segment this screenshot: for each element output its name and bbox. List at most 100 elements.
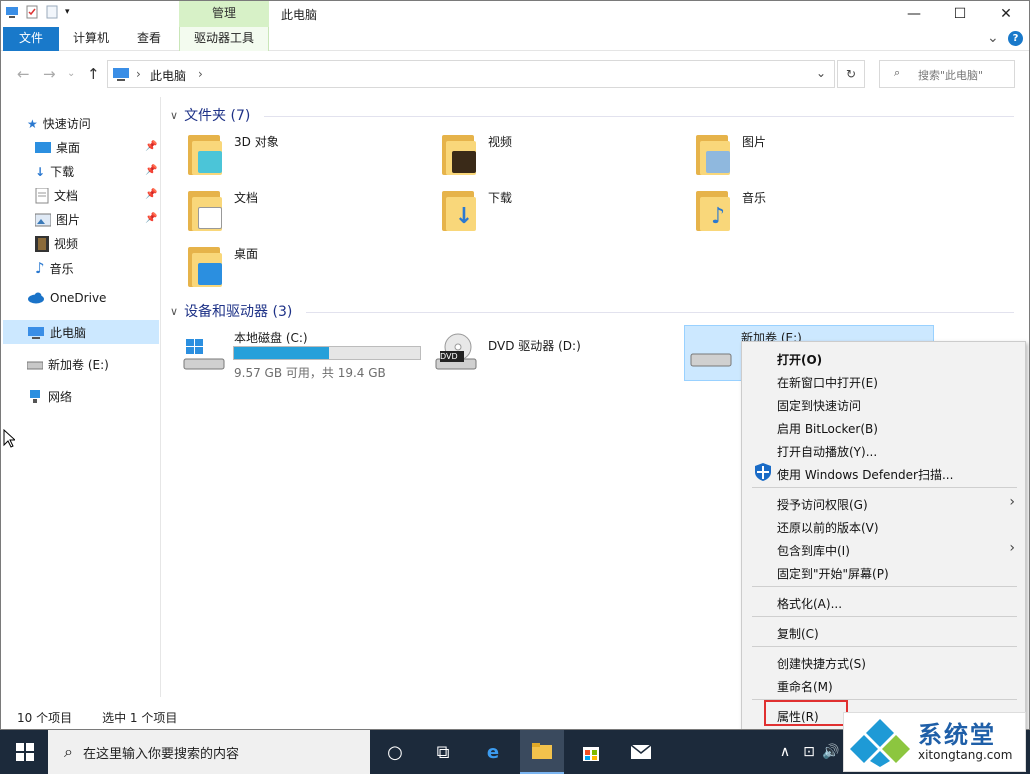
new-folder-icon[interactable] bbox=[45, 5, 59, 19]
properties-highlight-box bbox=[764, 700, 848, 726]
drive-usage-fill bbox=[234, 347, 329, 359]
menu-item-pin-quick-access[interactable]: 固定到快速访问 bbox=[777, 397, 861, 414]
menu-item-restore-versions[interactable]: 还原以前的版本(V) bbox=[777, 519, 879, 536]
nav-this-pc[interactable]: 此电脑 bbox=[27, 324, 86, 341]
nav-item-downloads[interactable]: ↓ 下载 bbox=[35, 163, 74, 180]
folder-3d-icon bbox=[186, 133, 226, 177]
up-arrow-icon[interactable]: ↑ bbox=[87, 65, 100, 83]
item-count: 10 个项目 bbox=[17, 711, 73, 725]
nav-label: 新加卷 (E:) bbox=[48, 358, 109, 372]
computer-icon[interactable] bbox=[5, 5, 19, 19]
nav-item-pictures[interactable]: 图片 bbox=[35, 211, 80, 228]
menu-item-copy[interactable]: 复制(C) bbox=[777, 625, 819, 642]
close-button[interactable]: ✕ bbox=[983, 1, 1029, 27]
back-arrow-icon[interactable]: ← bbox=[17, 65, 30, 83]
tab-drive-tools[interactable]: 驱动器工具 bbox=[179, 27, 269, 51]
drive-icon bbox=[27, 361, 43, 369]
nav-item-videos[interactable]: 视频 bbox=[35, 235, 78, 252]
windows-drive-icon bbox=[183, 339, 225, 370]
drive-d[interactable]: DVD DVD 驱动器 (D:) bbox=[434, 329, 674, 379]
menu-item-open[interactable]: 打开(O) bbox=[777, 351, 822, 368]
nav-quick-access[interactable]: ★ 快速访问 bbox=[27, 115, 91, 132]
folder-videos-icon bbox=[440, 133, 480, 177]
folder-documents-icon bbox=[186, 189, 226, 233]
section-title: 设备和驱动器 (3) bbox=[184, 304, 293, 320]
file-explorer-taskbar-icon[interactable] bbox=[520, 730, 564, 774]
menu-item-give-access[interactable]: 授予访问权限(G) bbox=[777, 496, 868, 513]
tab-view[interactable]: 查看 bbox=[125, 27, 173, 51]
selected-count: 选中 1 个项目 bbox=[102, 711, 178, 725]
window-title: 此电脑 bbox=[281, 8, 318, 22]
forward-arrow-icon[interactable]: → bbox=[43, 65, 56, 83]
nav-onedrive[interactable]: OneDrive bbox=[27, 291, 106, 305]
breadcrumb-separator: › bbox=[198, 67, 203, 81]
folder-downloads[interactable]: ↓ 下载 bbox=[440, 189, 512, 233]
nav-item-documents[interactable]: 文档 bbox=[35, 187, 78, 204]
breadcrumb-this-pc[interactable]: 此电脑 bbox=[150, 67, 186, 84]
folder-label: 3D 对象 bbox=[234, 135, 279, 149]
tab-file[interactable]: 文件 bbox=[3, 27, 59, 51]
pin-icon: 📌 bbox=[145, 165, 158, 176]
edge-icon[interactable]: e bbox=[478, 738, 508, 766]
volume-icon[interactable]: 🔊 bbox=[816, 738, 846, 766]
folder-music[interactable]: ♪ 音乐 bbox=[694, 189, 766, 233]
folder-documents[interactable]: 文档 bbox=[186, 189, 258, 233]
menu-item-include-library[interactable]: 包含到库中(I) bbox=[777, 542, 850, 559]
nav-network[interactable]: 网络 bbox=[27, 388, 72, 405]
address-dropdown-icon[interactable]: ⌄ bbox=[816, 66, 826, 80]
drive-c[interactable]: 本地磁盘 (C:) 9.57 GB 可用，共 19.4 GB bbox=[180, 329, 430, 380]
folder-desktop[interactable]: 桌面 bbox=[186, 245, 258, 289]
drive-label: 本地磁盘 (C:) bbox=[234, 331, 308, 345]
nav-label: OneDrive bbox=[50, 291, 107, 305]
ribbon-expand-icon[interactable]: ⌄ bbox=[987, 30, 999, 46]
minimize-button[interactable]: — bbox=[891, 1, 937, 27]
chevron-down-icon: ∨ bbox=[170, 108, 179, 122]
tab-computer[interactable]: 计算机 bbox=[65, 27, 117, 51]
menu-item-bitlocker[interactable]: 启用 BitLocker(B) bbox=[777, 420, 878, 437]
folder-3d-objects[interactable]: 3D 对象 bbox=[186, 133, 279, 177]
properties-icon[interactable] bbox=[25, 5, 39, 19]
menu-item-pin-start[interactable]: 固定到"开始"屏幕(P) bbox=[777, 565, 889, 582]
search-input[interactable]: ⌕ 搜索"此电脑" bbox=[879, 60, 1015, 88]
chevron-down-icon: ∨ bbox=[170, 304, 179, 318]
store-icon[interactable] bbox=[576, 738, 606, 766]
submenu-arrow-icon: › bbox=[1009, 494, 1015, 510]
document-icon bbox=[35, 187, 49, 203]
status-bar: 10 个项目 选中 1 个项目 bbox=[17, 709, 177, 726]
menu-item-format[interactable]: 格式化(A)... bbox=[777, 595, 842, 612]
nav-label: 此电脑 bbox=[50, 326, 87, 340]
nav-new-volume[interactable]: 新加卷 (E:) bbox=[27, 356, 109, 373]
breadcrumb-separator: › bbox=[136, 67, 141, 81]
nav-label: 快速访问 bbox=[42, 117, 91, 131]
drive-free-space: 9.57 GB 可用，共 19.4 GB bbox=[234, 366, 386, 380]
nav-item-music[interactable]: ♪ 音乐 bbox=[35, 259, 74, 277]
mouse-cursor-icon bbox=[3, 429, 15, 448]
menu-separator bbox=[752, 487, 1017, 488]
task-view-icon[interactable]: ⧉ bbox=[428, 738, 458, 766]
refresh-button[interactable]: ↻ bbox=[837, 60, 865, 88]
menu-item-rename[interactable]: 重命名(M) bbox=[777, 678, 833, 695]
desktop-icon bbox=[35, 141, 51, 153]
folder-videos[interactable]: 视频 bbox=[440, 133, 512, 177]
recent-dropdown-icon[interactable]: ⌄ bbox=[67, 68, 75, 79]
section-title: 文件夹 (7) bbox=[184, 108, 251, 124]
windows-start-icon[interactable] bbox=[16, 743, 34, 761]
taskbar-search-box[interactable]: ⌕ 在这里输入你要搜索的内容 bbox=[48, 730, 370, 774]
folder-pictures[interactable]: 图片 bbox=[694, 133, 766, 177]
menu-item-autoplay[interactable]: 打开自动播放(Y)... bbox=[777, 443, 877, 460]
qat-dropdown-icon[interactable]: ▾ bbox=[65, 5, 73, 19]
menu-item-open-new-window[interactable]: 在新窗口中打开(E) bbox=[777, 374, 878, 391]
menu-item-create-shortcut[interactable]: 创建快捷方式(S) bbox=[777, 655, 866, 672]
mail-icon[interactable] bbox=[626, 738, 656, 766]
folders-section-header[interactable]: ∨ 文件夹 (7) bbox=[170, 105, 250, 125]
star-icon: ★ bbox=[27, 116, 38, 131]
download-arrow-icon: ↓ bbox=[35, 164, 46, 179]
devices-section-header[interactable]: ∨ 设备和驱动器 (3) bbox=[170, 301, 292, 321]
menu-item-defender-scan[interactable]: 使用 Windows Defender扫描... bbox=[777, 466, 953, 483]
maximize-button[interactable]: ☐ bbox=[937, 1, 983, 27]
nav-item-desktop[interactable]: 桌面 bbox=[35, 139, 80, 156]
help-icon[interactable]: ? bbox=[1008, 31, 1023, 46]
address-field[interactable]: › 此电脑 › ⌄ bbox=[107, 60, 835, 88]
cortana-icon[interactable]: ○ bbox=[380, 738, 410, 766]
context-menu: 打开(O) 在新窗口中打开(E) 固定到快速访问 启用 BitLocker(B)… bbox=[741, 341, 1026, 729]
